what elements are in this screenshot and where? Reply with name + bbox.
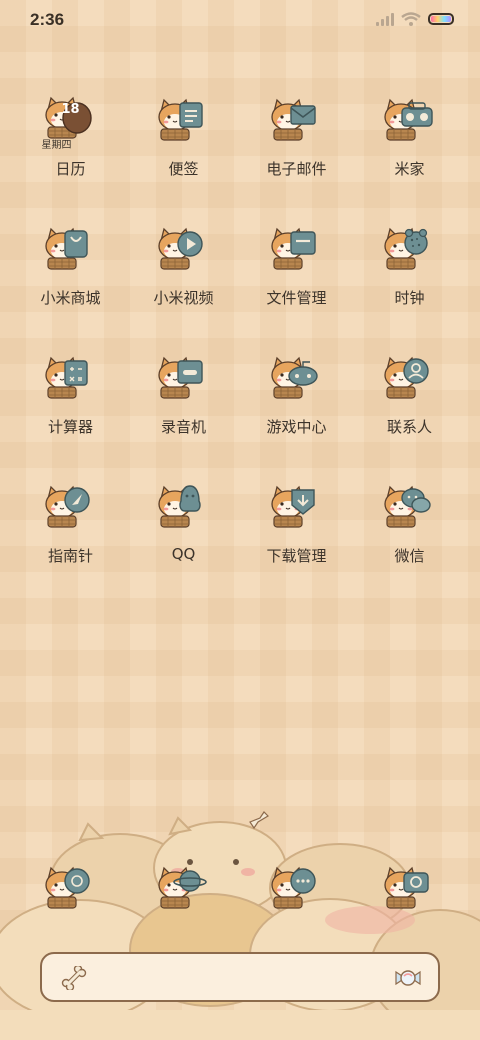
gamepad-icon [264, 350, 330, 410]
app-mi-video[interactable]: 小米视频 [127, 221, 240, 308]
app-download-manager[interactable]: 下载管理 [240, 479, 353, 566]
app-calculator[interactable]: 计算器 [14, 350, 127, 437]
app-wechat[interactable]: 微信 [353, 479, 466, 566]
browser-planet-icon [151, 860, 217, 920]
status-time: 2:36 [30, 10, 65, 29]
app-label: 电子邮件 [266, 160, 327, 178]
search-bar[interactable] [40, 952, 440, 1002]
email-icon [264, 92, 330, 152]
calendar-icon: 18 星期四 [38, 92, 104, 152]
folder-icon [264, 221, 330, 281]
clock-icon [377, 221, 443, 281]
wechat-icon [377, 479, 443, 539]
app-label: 小米视频 [153, 289, 214, 307]
app-label: 计算器 [47, 418, 93, 436]
video-play-icon [151, 221, 217, 281]
dock-row [14, 860, 466, 920]
app-label: 小米商城 [40, 289, 101, 307]
download-icon [264, 479, 330, 539]
recorder-icon [151, 350, 217, 410]
app-game-center[interactable]: 游戏中心 [240, 350, 353, 437]
phone-icon [38, 860, 104, 920]
messages-icon [264, 860, 330, 920]
candy-icon [395, 970, 421, 986]
app-label: 录音机 [160, 418, 206, 436]
app-label: 时钟 [394, 289, 425, 307]
app-grid: 18 星期四 日历 便签 电子邮件 米家 小米商城 小米视频 文件管理 时钟 计… [14, 92, 466, 566]
bone-icon [61, 966, 87, 990]
app-label: 便签 [168, 160, 199, 178]
wifi-icon [401, 12, 421, 26]
app-compass[interactable]: 指南针 [14, 479, 127, 566]
dock-browser[interactable] [127, 860, 240, 920]
compass-icon [38, 479, 104, 539]
calendar-weekday: 星期四 [41, 140, 72, 151]
app-label: 米家 [394, 160, 425, 178]
status-bar: 2:36 [0, 0, 480, 40]
calendar-day: 18 [61, 102, 80, 117]
mijia-icon [377, 92, 443, 152]
shopping-bag-icon [38, 221, 104, 281]
dock-camera[interactable] [353, 860, 466, 920]
app-label: 指南针 [47, 547, 93, 565]
battery-icon [428, 13, 454, 25]
app-mi-store[interactable]: 小米商城 [14, 221, 127, 308]
camera-icon [377, 860, 443, 920]
app-label: 微信 [394, 547, 425, 565]
signal-icon [376, 12, 394, 26]
app-label: 文件管理 [266, 289, 327, 307]
app-email[interactable]: 电子邮件 [240, 92, 353, 179]
app-label: 日历 [55, 160, 86, 178]
app-calendar[interactable]: 18 星期四 日历 [14, 92, 127, 179]
dock-phone[interactable] [14, 860, 127, 920]
qq-icon [151, 479, 217, 539]
app-label: 游戏中心 [266, 418, 327, 436]
calculator-icon [38, 350, 104, 410]
app-qq[interactable]: QQ [127, 479, 240, 566]
status-icons [376, 12, 454, 26]
notes-icon [151, 92, 217, 152]
contacts-icon [377, 350, 443, 410]
app-contacts[interactable]: 联系人 [353, 350, 466, 437]
app-mijia[interactable]: 米家 [353, 92, 466, 179]
dock-illustration [0, 811, 480, 1040]
app-clock[interactable]: 时钟 [353, 221, 466, 308]
app-label: 联系人 [386, 418, 432, 436]
app-label: 下载管理 [266, 547, 327, 565]
app-label: QQ [171, 545, 196, 563]
dock-messages[interactable] [240, 860, 353, 920]
app-notes[interactable]: 便签 [127, 92, 240, 179]
app-recorder[interactable]: 录音机 [127, 350, 240, 437]
app-file-manager[interactable]: 文件管理 [240, 221, 353, 308]
